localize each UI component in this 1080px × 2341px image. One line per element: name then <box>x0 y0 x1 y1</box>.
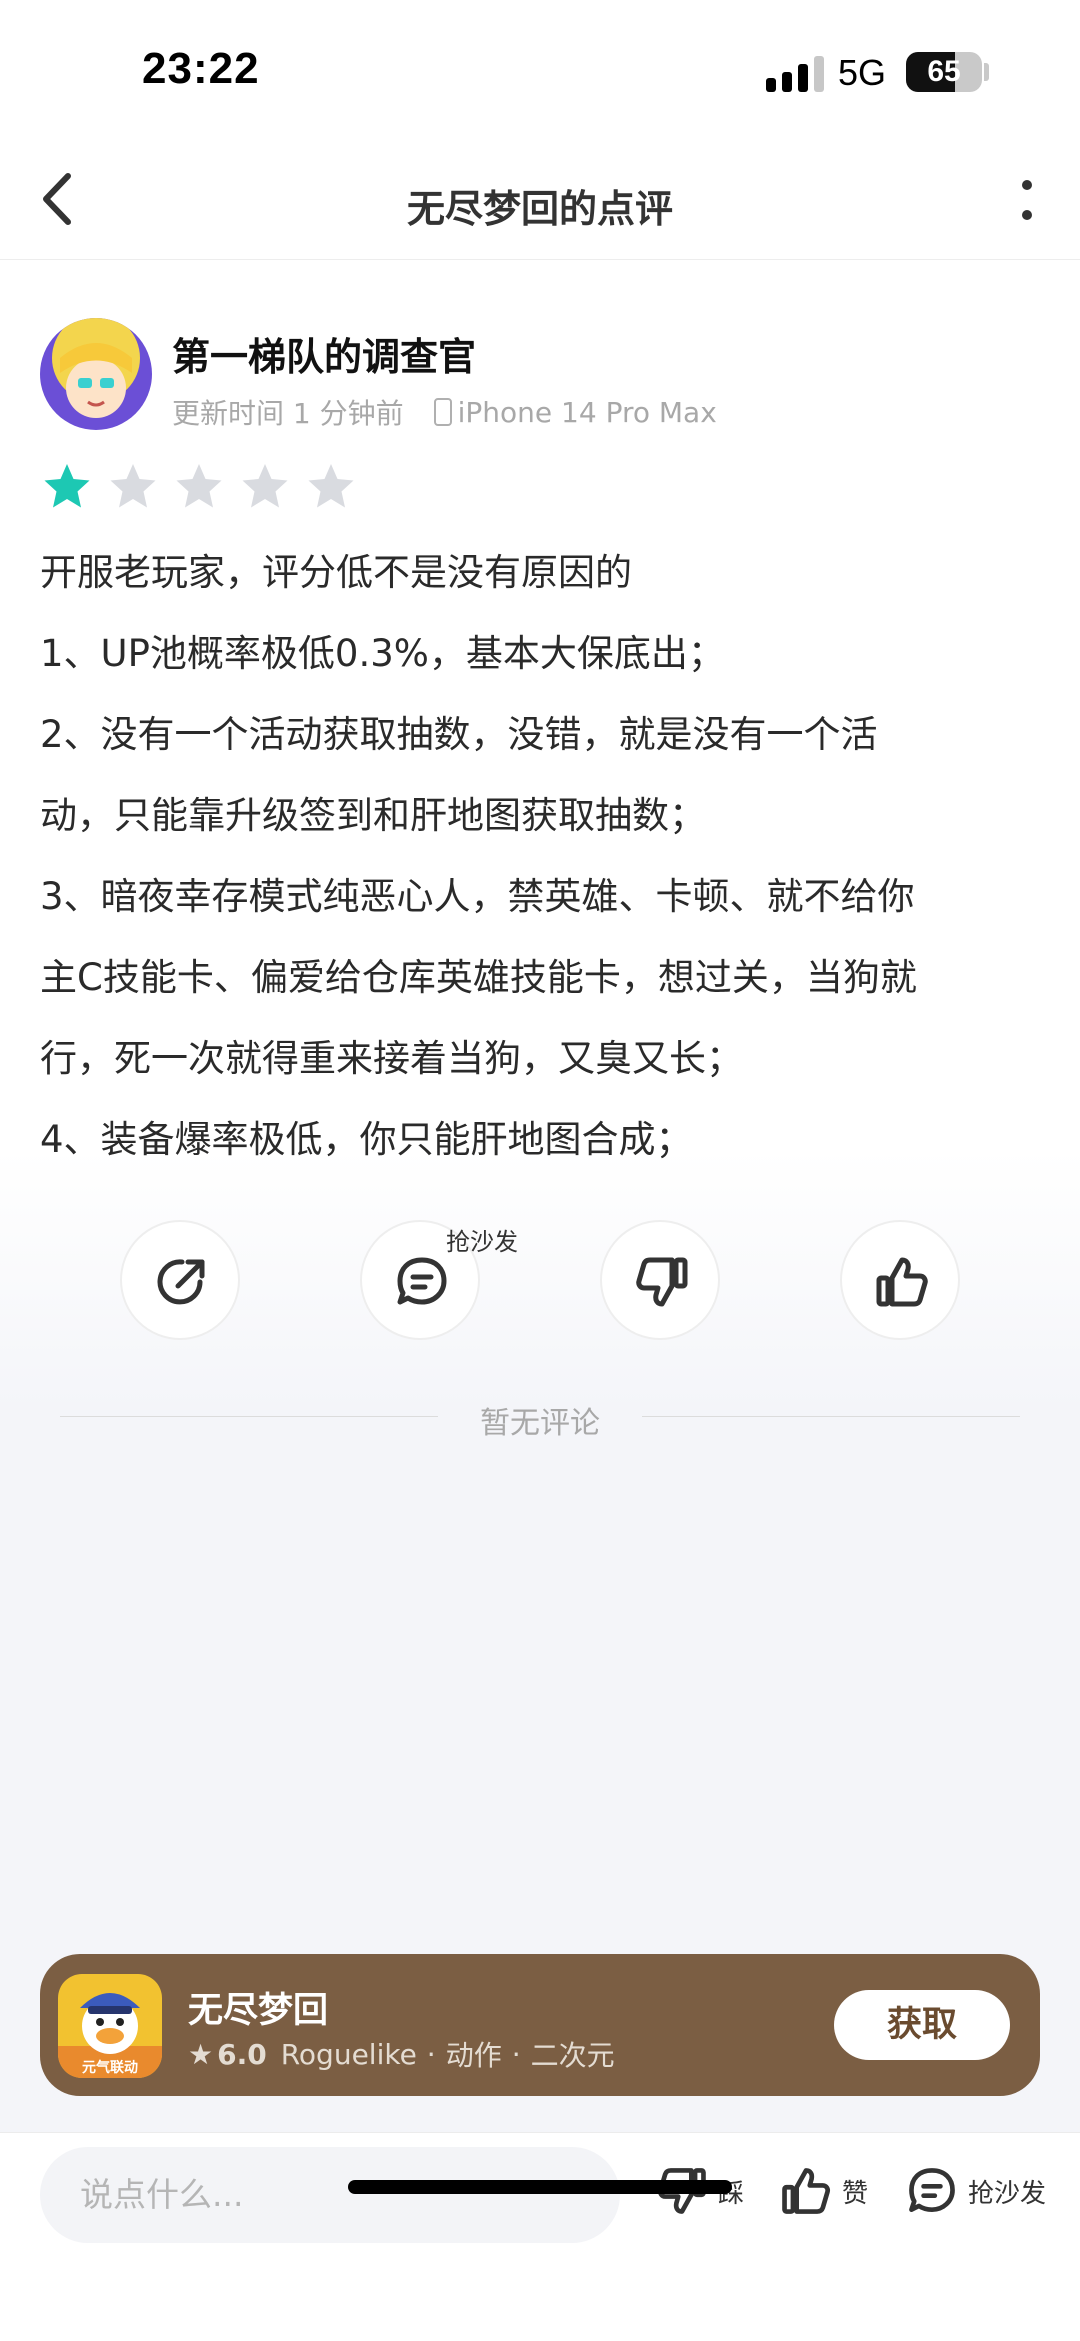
rating-stars <box>40 460 370 514</box>
star-empty-icon <box>110 464 156 508</box>
update-time: 更新时间 1 分钟前 <box>172 397 404 430</box>
divider-left <box>60 1416 438 1417</box>
bottom-like-button[interactable]: 赞 <box>778 2163 868 2219</box>
star-empty-icon <box>308 464 354 508</box>
battery-level: 65 <box>927 55 961 88</box>
comment-icon <box>397 1257 447 1305</box>
star-empty-icon <box>176 464 222 508</box>
review-text: 开服老玩家，评分低不是没有原因的 1、UP池概率极低0.3%，基本大保底出； 2… <box>40 532 1040 1180</box>
app-tag: 动作 <box>445 2039 502 2072</box>
get-app-button[interactable]: 获取 <box>834 1990 1010 2060</box>
like-label: 赞 <box>842 2178 869 2209</box>
review-line: 2、没有一个活动获取抽数，没错，就是没有一个活 <box>40 713 878 756</box>
network-label: 5G <box>838 52 887 93</box>
review-line: 4、装备爆率极低，你只能肝地图合成； <box>40 1118 693 1161</box>
chevron-left-icon <box>43 173 71 225</box>
review-meta: 更新时间 1 分钟前 iPhone 14 Pro Max <box>172 392 717 432</box>
separator-dot: · <box>511 2037 521 2071</box>
app-icon[interactable]: 元气联动 <box>58 1974 162 2078</box>
app-tag: 二次元 <box>530 2039 615 2072</box>
sofa-label: 抢沙发 <box>968 2178 1047 2209</box>
sofa-tag: 抢沙发 <box>446 1228 518 1256</box>
phone-icon <box>433 398 452 426</box>
status-time: 23:22 <box>142 44 260 93</box>
comment-input[interactable]: 说点什么... <box>40 2147 620 2243</box>
more-options-button[interactable] <box>1004 176 1050 226</box>
thumbs-up-icon <box>876 1257 928 1307</box>
home-indicator <box>348 2180 732 2194</box>
star-empty-icon <box>242 464 288 508</box>
app-meta: ★ 6.0 Roguelike · 动作 · 二次元 <box>188 2034 615 2074</box>
back-button[interactable] <box>30 166 96 232</box>
review-line: 动，只能靠升级签到和肝地图获取抽数； <box>40 794 706 837</box>
status-bar: 23:22 5G 65 <box>0 0 1080 140</box>
author-name[interactable]: 第一梯队的调查官 <box>172 326 476 381</box>
thumbs-up-icon <box>782 2168 831 2214</box>
nav-bar: 无尽梦回的点评 <box>0 140 1080 260</box>
no-comments-text: 暂无评论 <box>480 1406 600 1441</box>
divider-right <box>642 1416 1020 1417</box>
avatar[interactable] <box>40 318 152 430</box>
separator-dot: · <box>426 2037 436 2071</box>
battery-icon: 65 <box>906 52 982 92</box>
star-icon: ★ <box>188 2037 214 2071</box>
review-line: 开服老玩家，评分低不是没有原因的 <box>40 551 632 594</box>
review-line: 3、暗夜幸存模式纯恶心人，禁英雄、卡顿、就不给你 <box>40 875 915 918</box>
comment-icon <box>909 2168 955 2212</box>
signal-icon <box>766 54 824 92</box>
app-card[interactable]: 元气联动 无尽梦回 ★ 6.0 Roguelike · 动作 · 二次元 获取 <box>40 1954 1040 2096</box>
review-line: 主C技能卡、偏爱给仓库英雄技能卡，想过关，当狗就 <box>40 956 917 999</box>
page-title: 无尽梦回的点评 <box>406 187 673 231</box>
thumbs-down-icon <box>636 1257 688 1307</box>
like-button[interactable] <box>840 1220 960 1340</box>
battery-tip <box>984 63 989 81</box>
app-tag: Roguelike <box>280 2037 417 2071</box>
share-icon <box>157 1259 205 1305</box>
app-icon-badge: 元气联动 <box>82 2059 138 2076</box>
review-line: 行，死一次就得重来接着当狗，又臭又长； <box>40 1037 743 1080</box>
app-rating: 6.0 <box>217 2037 267 2071</box>
bottom-sofa-button[interactable]: 抢沙发 <box>904 2163 1046 2219</box>
star-filled-icon <box>44 464 90 508</box>
device-name: iPhone 14 Pro Max <box>457 395 717 429</box>
app-name: 无尽梦回 <box>188 1991 329 2031</box>
bottom-bar: 说点什么... 踩 赞 抢沙发 <box>0 2132 1080 2341</box>
dislike-button[interactable] <box>600 1220 720 1340</box>
review-line: 1、UP池概率极低0.3%，基本大保底出； <box>40 632 725 675</box>
share-button[interactable] <box>120 1220 240 1340</box>
